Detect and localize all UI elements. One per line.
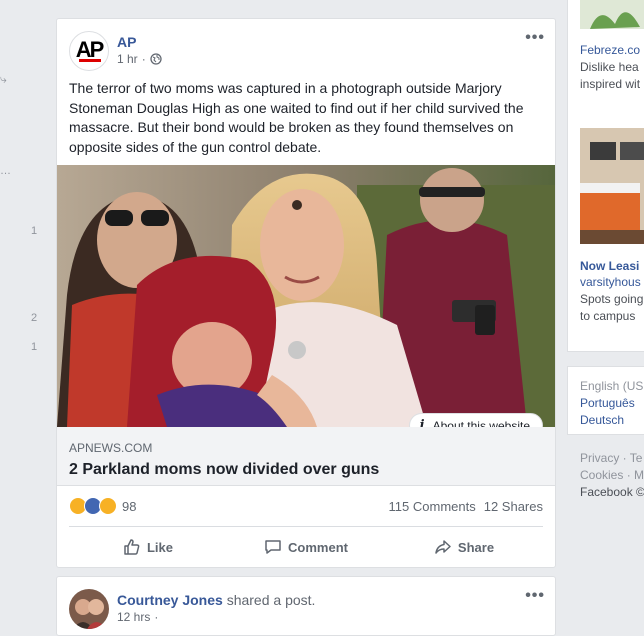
- left-sidebar-ellipsis[interactable]: …: [0, 165, 11, 177]
- left-sidebar-count: 1: [31, 341, 38, 353]
- ad1-text: inspired wit: [580, 77, 641, 91]
- ad2-sponsor-link[interactable]: varsityhous: [580, 274, 641, 290]
- user-avatar[interactable]: [69, 589, 109, 629]
- ad2-title-link[interactable]: Now Leasi: [580, 258, 639, 274]
- post-header: AP AP 1 hr ·: [69, 31, 162, 71]
- post-meta: 12 hrs ·: [117, 610, 315, 624]
- language-link-german[interactable]: Deutsch: [580, 412, 624, 428]
- reactions-row: 98 115 Comments 12 Shares: [69, 497, 543, 515]
- language-link-portuguese[interactable]: Português: [580, 395, 635, 411]
- post-action-text: shared a post.: [222, 592, 316, 608]
- reaction-summary[interactable]: 98: [69, 497, 136, 515]
- comment-button[interactable]: Comment: [227, 531, 385, 563]
- like-label: Like: [146, 539, 173, 555]
- language-current: English (US: [580, 379, 644, 393]
- post-meta: 1 hr ·: [117, 52, 162, 66]
- wow-reaction-icon: [99, 497, 117, 515]
- post-author-block: Courtney Jones shared a post. 12 hrs ·: [117, 591, 315, 629]
- news-photo-image: [57, 165, 555, 427]
- comment-icon: [265, 540, 281, 554]
- footer-links[interactable]: Cookies · M: [580, 467, 644, 483]
- left-sidebar-count: 2: [31, 312, 38, 324]
- share-label: Share: [457, 539, 495, 555]
- feed-post: AP AP 1 hr · ••• The terror of two moms …: [56, 18, 556, 568]
- post-author-line: Courtney Jones shared a post.: [117, 591, 315, 609]
- post-text: The terror of two moms was captured in a…: [69, 80, 524, 155]
- ad1-image[interactable]: [580, 0, 644, 29]
- post-header: Courtney Jones shared a post. 12 hrs ·: [69, 589, 315, 629]
- post-timestamp[interactable]: 1 hr: [117, 52, 138, 66]
- ad2-text: to campus: [580, 309, 636, 323]
- post-stats: 115 Comments 12 Shares: [389, 499, 543, 514]
- post-author-name[interactable]: Courtney Jones: [117, 592, 223, 608]
- ap-logo-bar: [79, 59, 101, 62]
- globe-icon: [150, 53, 162, 65]
- ap-avatar[interactable]: AP: [69, 31, 109, 71]
- post-options-button[interactable]: •••: [525, 587, 545, 605]
- post-timestamp[interactable]: 12 hrs: [117, 610, 150, 624]
- post-photo[interactable]: [57, 165, 555, 427]
- feed-post: Courtney Jones shared a post. 12 hrs · •…: [56, 576, 556, 636]
- share-button[interactable]: Share: [385, 531, 543, 563]
- ad1-sponsor-link[interactable]: Febreze.co: [580, 42, 640, 58]
- like-button[interactable]: Like: [69, 531, 227, 563]
- comments-count-link[interactable]: 115 Comments: [389, 499, 476, 514]
- left-sidebar-arrow-icon: ⤷: [0, 72, 7, 86]
- shares-count-link[interactable]: 12 Shares: [484, 499, 543, 514]
- post-options-button[interactable]: •••: [525, 29, 545, 47]
- reaction-count: 98: [122, 498, 137, 514]
- share-icon: [435, 540, 451, 554]
- link-title[interactable]: 2 Parkland moms now divided over guns: [69, 461, 379, 479]
- separator-dot: ·: [154, 610, 159, 624]
- comment-label: Comment: [288, 539, 348, 555]
- ad1-text: Dislike hea: [580, 60, 639, 74]
- ad2-image[interactable]: [580, 128, 644, 244]
- actions-divider: [69, 526, 543, 527]
- thumbs-up-icon: [124, 539, 140, 555]
- footer-copyright: Facebook ©: [580, 485, 644, 499]
- link-preview[interactable]: APNEWS.COM 2 Parkland moms now divided o…: [57, 427, 555, 486]
- post-author-block: AP 1 hr ·: [117, 33, 162, 71]
- post-author-name[interactable]: AP: [117, 33, 162, 51]
- footer-links[interactable]: Privacy · Te: [580, 450, 642, 466]
- avatar-photo: [69, 589, 109, 629]
- link-domain: APNEWS.COM: [69, 441, 153, 455]
- left-sidebar-count: 1: [31, 225, 38, 237]
- ad2-text: Spots going: [580, 292, 644, 306]
- post-actions: Like Comment Share: [69, 531, 543, 563]
- separator-dot: ·: [141, 52, 146, 66]
